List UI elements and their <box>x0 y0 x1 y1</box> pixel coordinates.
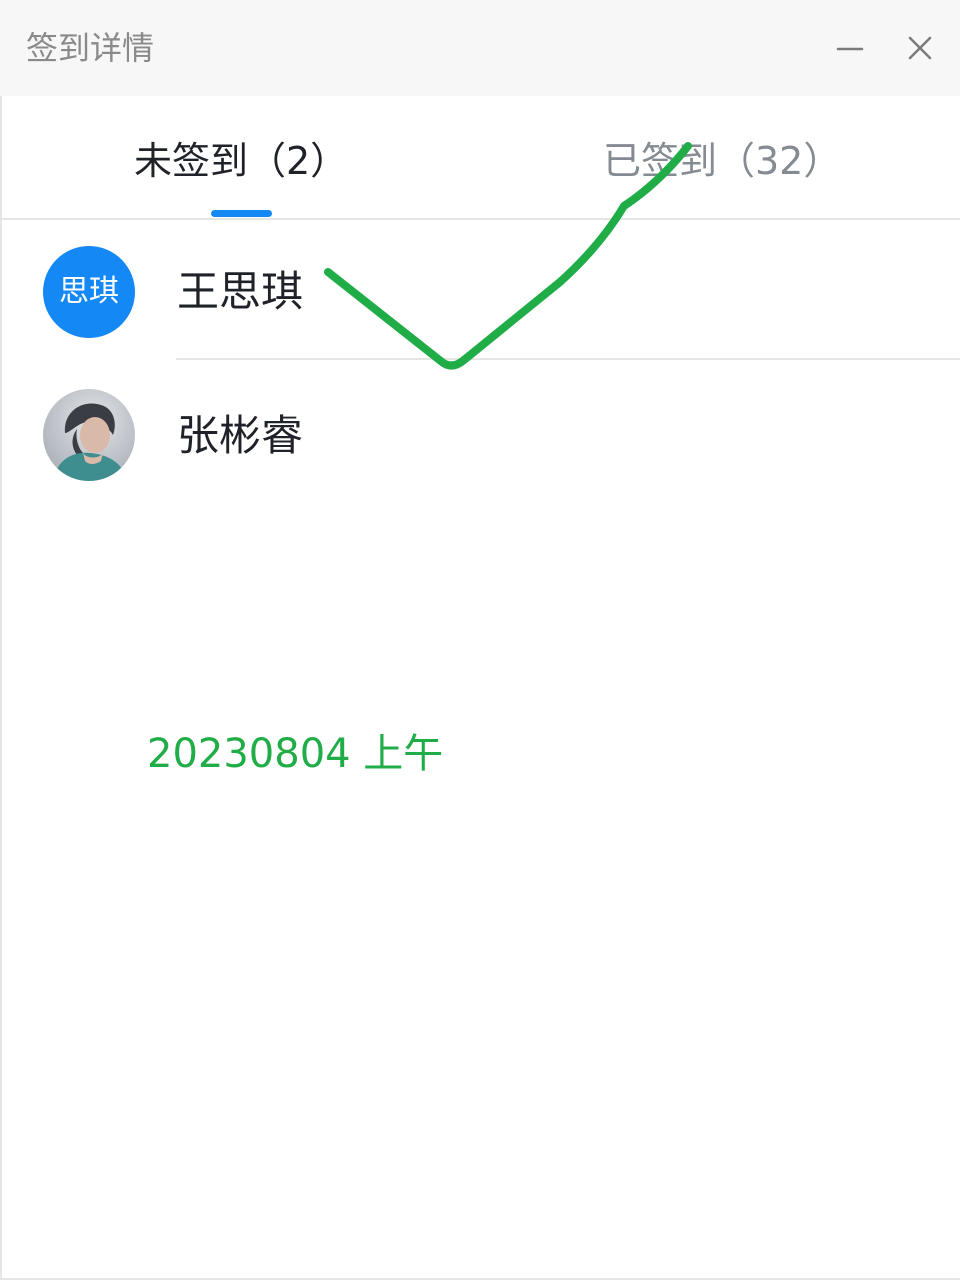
person-photo-icon <box>43 389 135 481</box>
list-item[interactable]: 张彬睿 <box>0 362 960 504</box>
title-bar: 签到详情 <box>0 0 960 96</box>
minimize-icon <box>836 47 864 51</box>
avatar-initials: 思琪 <box>59 274 119 309</box>
list-item[interactable]: 思琪 王思琪 <box>0 220 960 362</box>
active-tab-indicator <box>211 210 272 217</box>
close-button[interactable] <box>900 28 940 68</box>
avatar: 思琪 <box>43 246 135 338</box>
member-name: 张彬睿 <box>177 411 304 460</box>
sign-in-details-window: 签到详情 未签到（2） 已签到（32） 思琪 王思琪 张彬睿 20230804 … <box>0 0 960 1280</box>
divider <box>176 358 960 360</box>
tab-not-signed-in[interactable]: 未签到（2） <box>134 136 348 186</box>
window-title: 签到详情 <box>26 29 155 67</box>
avatar-photo <box>43 389 135 481</box>
minimize-button[interactable] <box>830 28 870 68</box>
member-name: 王思琪 <box>177 267 304 316</box>
tab-signed-in[interactable]: 已签到（32） <box>603 136 841 186</box>
close-icon <box>908 36 932 60</box>
tab-bar: 未签到（2） 已签到（32） <box>0 96 960 220</box>
handwritten-date-annotation: 20230804 上午 <box>147 731 444 777</box>
